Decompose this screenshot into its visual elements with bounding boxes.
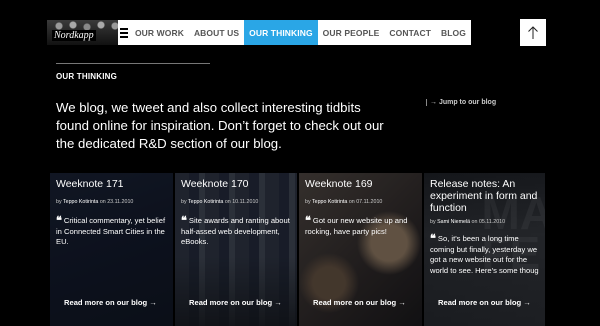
card-excerpt: ❝ Got our new website up and rocking, hav… (305, 215, 408, 236)
card-title[interactable]: Weeknote 170 (181, 178, 291, 190)
quote-icon: ❝ (305, 215, 311, 227)
card-author[interactable]: Teppo Kotirinta (63, 199, 98, 205)
quote-icon: ❝ (181, 215, 187, 227)
nav-item-our-people[interactable]: OUR PEOPLE (318, 20, 385, 45)
card-date: 07.11.2010 (356, 199, 383, 205)
card-title[interactable]: Weeknote 171 (56, 178, 167, 190)
read-more-link[interactable]: Read more on our blog → (438, 298, 531, 307)
blog-post-grid: Weeknote 171 by Teppo Kotirinta on 23.11… (50, 173, 545, 326)
blog-card[interactable]: MAFE Release notes: An experiment in for… (424, 173, 545, 326)
jump-to-blog-link[interactable]: → Jump to our blog (426, 99, 496, 106)
hamburger-icon[interactable] (118, 20, 130, 45)
nav-item-our-work[interactable]: OUR WORK (130, 20, 189, 45)
card-byline: by Teppo Kotirinta on 23.11.2010 (56, 199, 134, 205)
top-navigation-bar: Nordkapp OUR WORK ABOUT US OUR THINKING … (47, 20, 471, 45)
section-divider (56, 63, 210, 64)
blog-card[interactable]: Weeknote 169 by Teppo Kotirinta on 07.11… (299, 173, 422, 326)
card-title[interactable]: Weeknote 169 (305, 178, 416, 190)
nav-item-contact[interactable]: CONTACT (384, 20, 436, 45)
card-date: 05.11.2010 (478, 219, 506, 225)
card-excerpt: ❝ Site awards and ranting about half-asse… (181, 215, 290, 247)
section-title: OUR THINKING (56, 72, 118, 81)
logo[interactable]: Nordkapp (47, 20, 118, 45)
blog-card[interactable]: Weeknote 170 by Teppo Kotirinta on 10.11… (175, 173, 297, 326)
card-byline: by Sami Niemelä on 05.11.2010 (430, 219, 506, 225)
read-more-link[interactable]: Read more on our blog → (313, 298, 406, 307)
logo-wordmark: Nordkapp (52, 30, 96, 41)
scroll-to-top-button[interactable] (520, 19, 546, 46)
card-title[interactable]: Release notes: An experiment in form and… (430, 178, 539, 214)
card-byline: by Teppo Kotirinta on 07.11.2010 (305, 199, 383, 205)
card-author[interactable]: Teppo Kotirinta (312, 199, 347, 205)
quote-icon: ❝ (430, 233, 436, 245)
quote-icon: ❝ (56, 215, 62, 227)
arrow-up-icon (528, 25, 538, 39)
card-excerpt: ❝ Critical commentary, yet belief in Conn… (56, 215, 166, 247)
card-excerpt: ❝ So, it's been a long time coming but fi… (430, 233, 539, 275)
card-date: 23.11.2010 (107, 199, 134, 205)
nav-item-our-thinking[interactable]: OUR THINKING (244, 20, 318, 45)
card-author[interactable]: Teppo Kotirinta (188, 199, 223, 205)
blog-card[interactable]: Weeknote 171 by Teppo Kotirinta on 23.11… (50, 173, 173, 326)
read-more-link[interactable]: Read more on our blog → (64, 298, 157, 307)
card-author[interactable]: Sami Niemelä (437, 219, 470, 225)
nav-item-about-us[interactable]: ABOUT US (189, 20, 244, 45)
read-more-link[interactable]: Read more on our blog → (189, 298, 282, 307)
card-date: 10.11.2010 (232, 199, 259, 205)
nav-item-blog[interactable]: BLOG (436, 20, 471, 45)
card-byline: by Teppo Kotirinta on 10.11.2010 (181, 199, 259, 205)
intro-text: We blog, we tweet and also collect inter… (56, 100, 384, 151)
main-nav: OUR WORK ABOUT US OUR THINKING OUR PEOPL… (130, 20, 471, 45)
